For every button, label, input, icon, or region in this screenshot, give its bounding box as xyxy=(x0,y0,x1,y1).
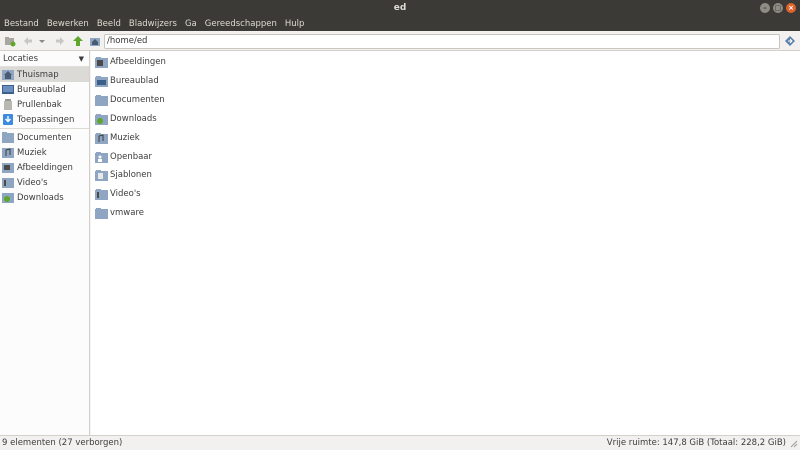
new-tab-icon[interactable] xyxy=(4,35,16,47)
sidebar-item-videos[interactable]: Video's xyxy=(0,175,89,190)
forward-arrow-icon[interactable] xyxy=(54,35,66,47)
file-name: Video's xyxy=(110,189,141,199)
menu-hulp[interactable]: Hulp xyxy=(285,19,305,29)
resize-grip-icon[interactable] xyxy=(789,439,798,448)
sidebar-item-label: Video's xyxy=(17,177,48,188)
sidebar-divider xyxy=(0,128,89,129)
file-name: Openbaar xyxy=(110,152,153,162)
home-folder-icon xyxy=(90,38,100,46)
list-item[interactable]: Bureaublad xyxy=(95,73,159,89)
sidebar-item-label: Prullenbak xyxy=(17,99,62,110)
applications-icon xyxy=(3,114,13,125)
locations-selector[interactable]: Locaties ▼ xyxy=(0,51,89,67)
file-name: Documenten xyxy=(110,95,165,105)
templates-folder-icon xyxy=(95,169,108,181)
home-folder-icon xyxy=(2,70,14,80)
window-titlebar[interactable]: ed – □ × xyxy=(0,0,800,16)
list-item[interactable]: Sjablonen xyxy=(95,167,152,183)
chevron-down-icon: ▼ xyxy=(78,54,84,63)
sidebar-item-downloads[interactable]: Downloads xyxy=(0,190,89,205)
public-folder-icon xyxy=(95,151,108,163)
file-name: Muziek xyxy=(110,133,140,143)
list-item[interactable]: Downloads xyxy=(95,111,157,127)
folder-icon xyxy=(95,94,108,106)
folder-icon xyxy=(95,207,108,219)
item-count-status: 9 elementen (27 verborgen) xyxy=(2,438,123,448)
menubar: Bestand Bewerken Beeld Bladwijzers Ga Ge… xyxy=(0,16,800,31)
back-arrow-icon[interactable] xyxy=(22,35,34,47)
menu-bladwijzers[interactable]: Bladwijzers xyxy=(129,19,177,29)
sidebar-item-label: Downloads xyxy=(17,192,64,203)
downloads-folder-icon xyxy=(95,113,108,125)
window-title: ed xyxy=(393,3,407,13)
sidebar-item-label: Afbeeldingen xyxy=(17,162,73,173)
music-folder-icon xyxy=(95,132,108,144)
pictures-folder-icon xyxy=(2,163,14,173)
file-name: vmware xyxy=(110,208,145,218)
minimize-button[interactable]: – xyxy=(760,3,770,13)
list-item[interactable]: Openbaar xyxy=(95,149,152,165)
toolbar: /home/ed xyxy=(0,31,800,51)
pictures-folder-icon xyxy=(95,56,108,68)
music-folder-icon xyxy=(2,148,14,158)
trash-icon xyxy=(4,99,12,110)
locations-label: Locaties xyxy=(3,53,39,64)
maximize-button[interactable]: □ xyxy=(773,3,783,13)
menu-gereedschappen[interactable]: Gereedschappen xyxy=(205,19,277,29)
go-jump-icon[interactable] xyxy=(784,35,796,47)
sidebar-item-label: Toepassingen xyxy=(17,114,75,125)
list-item[interactable]: Muziek xyxy=(95,130,140,146)
free-space-status: Vrije ruimte: 147,8 GiB (Totaal: 228,2 G… xyxy=(606,438,786,448)
list-item[interactable]: Documenten xyxy=(95,92,165,108)
sidebar-item-toepassingen[interactable]: Toepassingen xyxy=(0,112,89,127)
videos-folder-icon xyxy=(2,178,14,188)
sidebar-item-prullenbak[interactable]: Prullenbak xyxy=(0,97,89,112)
file-name: Sjablonen xyxy=(110,170,152,180)
sidebar-item-thuismap[interactable]: Thuismap xyxy=(0,67,89,82)
close-button[interactable]: × xyxy=(786,3,796,13)
sidebar-item-label: Bureaublad xyxy=(17,84,66,95)
file-name: Afbeeldingen xyxy=(110,57,166,67)
list-item[interactable]: Video's xyxy=(95,186,141,202)
sidebar-item-label: Thuismap xyxy=(17,69,59,80)
desktop-folder-icon xyxy=(95,75,108,87)
file-name: Bureaublad xyxy=(110,76,159,86)
file-name: Downloads xyxy=(110,114,157,124)
history-dropdown-icon[interactable] xyxy=(38,35,46,47)
sidebar-item-documenten[interactable]: Documenten xyxy=(0,130,89,145)
menu-bestand[interactable]: Bestand xyxy=(4,19,39,29)
sidebar: Locaties ▼ Thuismap Bureaublad Prullenba… xyxy=(0,51,90,435)
menu-ga[interactable]: Ga xyxy=(185,19,197,29)
list-item[interactable]: Afbeeldingen xyxy=(95,54,166,70)
sidebar-item-muziek[interactable]: Muziek xyxy=(0,145,89,160)
desktop-icon xyxy=(2,85,14,94)
sidebar-item-label: Muziek xyxy=(17,147,47,158)
location-path-input[interactable]: /home/ed xyxy=(104,34,780,49)
menu-bewerken[interactable]: Bewerken xyxy=(47,19,89,29)
up-arrow-icon[interactable] xyxy=(72,35,84,47)
downloads-folder-icon xyxy=(2,193,14,203)
file-list[interactable]: Afbeeldingen Bureaublad Documenten Downl… xyxy=(91,51,800,435)
sidebar-item-bureaublad[interactable]: Bureaublad xyxy=(0,82,89,97)
videos-folder-icon xyxy=(95,188,108,200)
sidebar-item-label: Documenten xyxy=(17,132,72,143)
list-item[interactable]: vmware xyxy=(95,205,144,221)
statusbar: 9 elementen (27 verborgen) Vrije ruimte:… xyxy=(0,435,800,450)
folder-icon xyxy=(2,132,14,143)
menu-beeld[interactable]: Beeld xyxy=(97,19,121,29)
sidebar-item-afbeeldingen[interactable]: Afbeeldingen xyxy=(0,160,89,175)
